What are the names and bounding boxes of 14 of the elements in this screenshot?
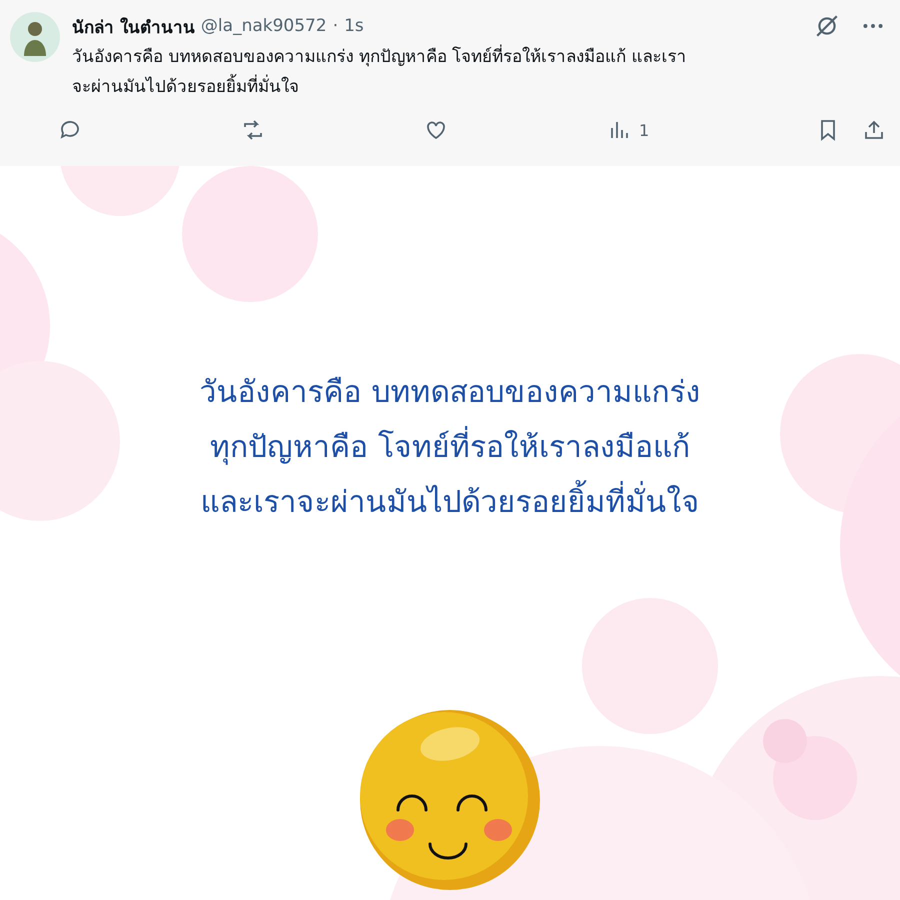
share-icon — [862, 118, 886, 142]
repost-icon — [241, 118, 265, 142]
separator-dot: · — [332, 16, 338, 36]
share-button[interactable] — [862, 118, 886, 142]
view-count: 1 — [639, 120, 650, 140]
author-name[interactable]: นักล่า ในตำนาน — [72, 12, 195, 40]
avatar-icon[interactable] — [10, 12, 60, 62]
user-handle[interactable]: @la_nak90572 — [200, 16, 327, 36]
post-time[interactable]: 1s — [344, 16, 364, 36]
views-button[interactable]: 1 — [607, 118, 790, 142]
card-text-line: ทุกปัญหาคือ โจทย์ที่รอให้เราลงมือแก้ — [210, 426, 690, 469]
post-text: วันอังคารคือ บทหดสอบของความแกร่ง ทุกปัญหาคือ โจทย์ที่รอให้เราลงมือแก้ และเรา จะผ่านมันไปด้วยรอยยิ้มที่มั่นใจ — [72, 42, 697, 102]
card-text-line: วันอังคารคือ บททดสอบของความแกร่ง — [200, 374, 700, 412]
card-text-line: และเราจะผ่านมันไปด้วยรอยยิ้มที่มั่นใจ — [200, 481, 700, 524]
